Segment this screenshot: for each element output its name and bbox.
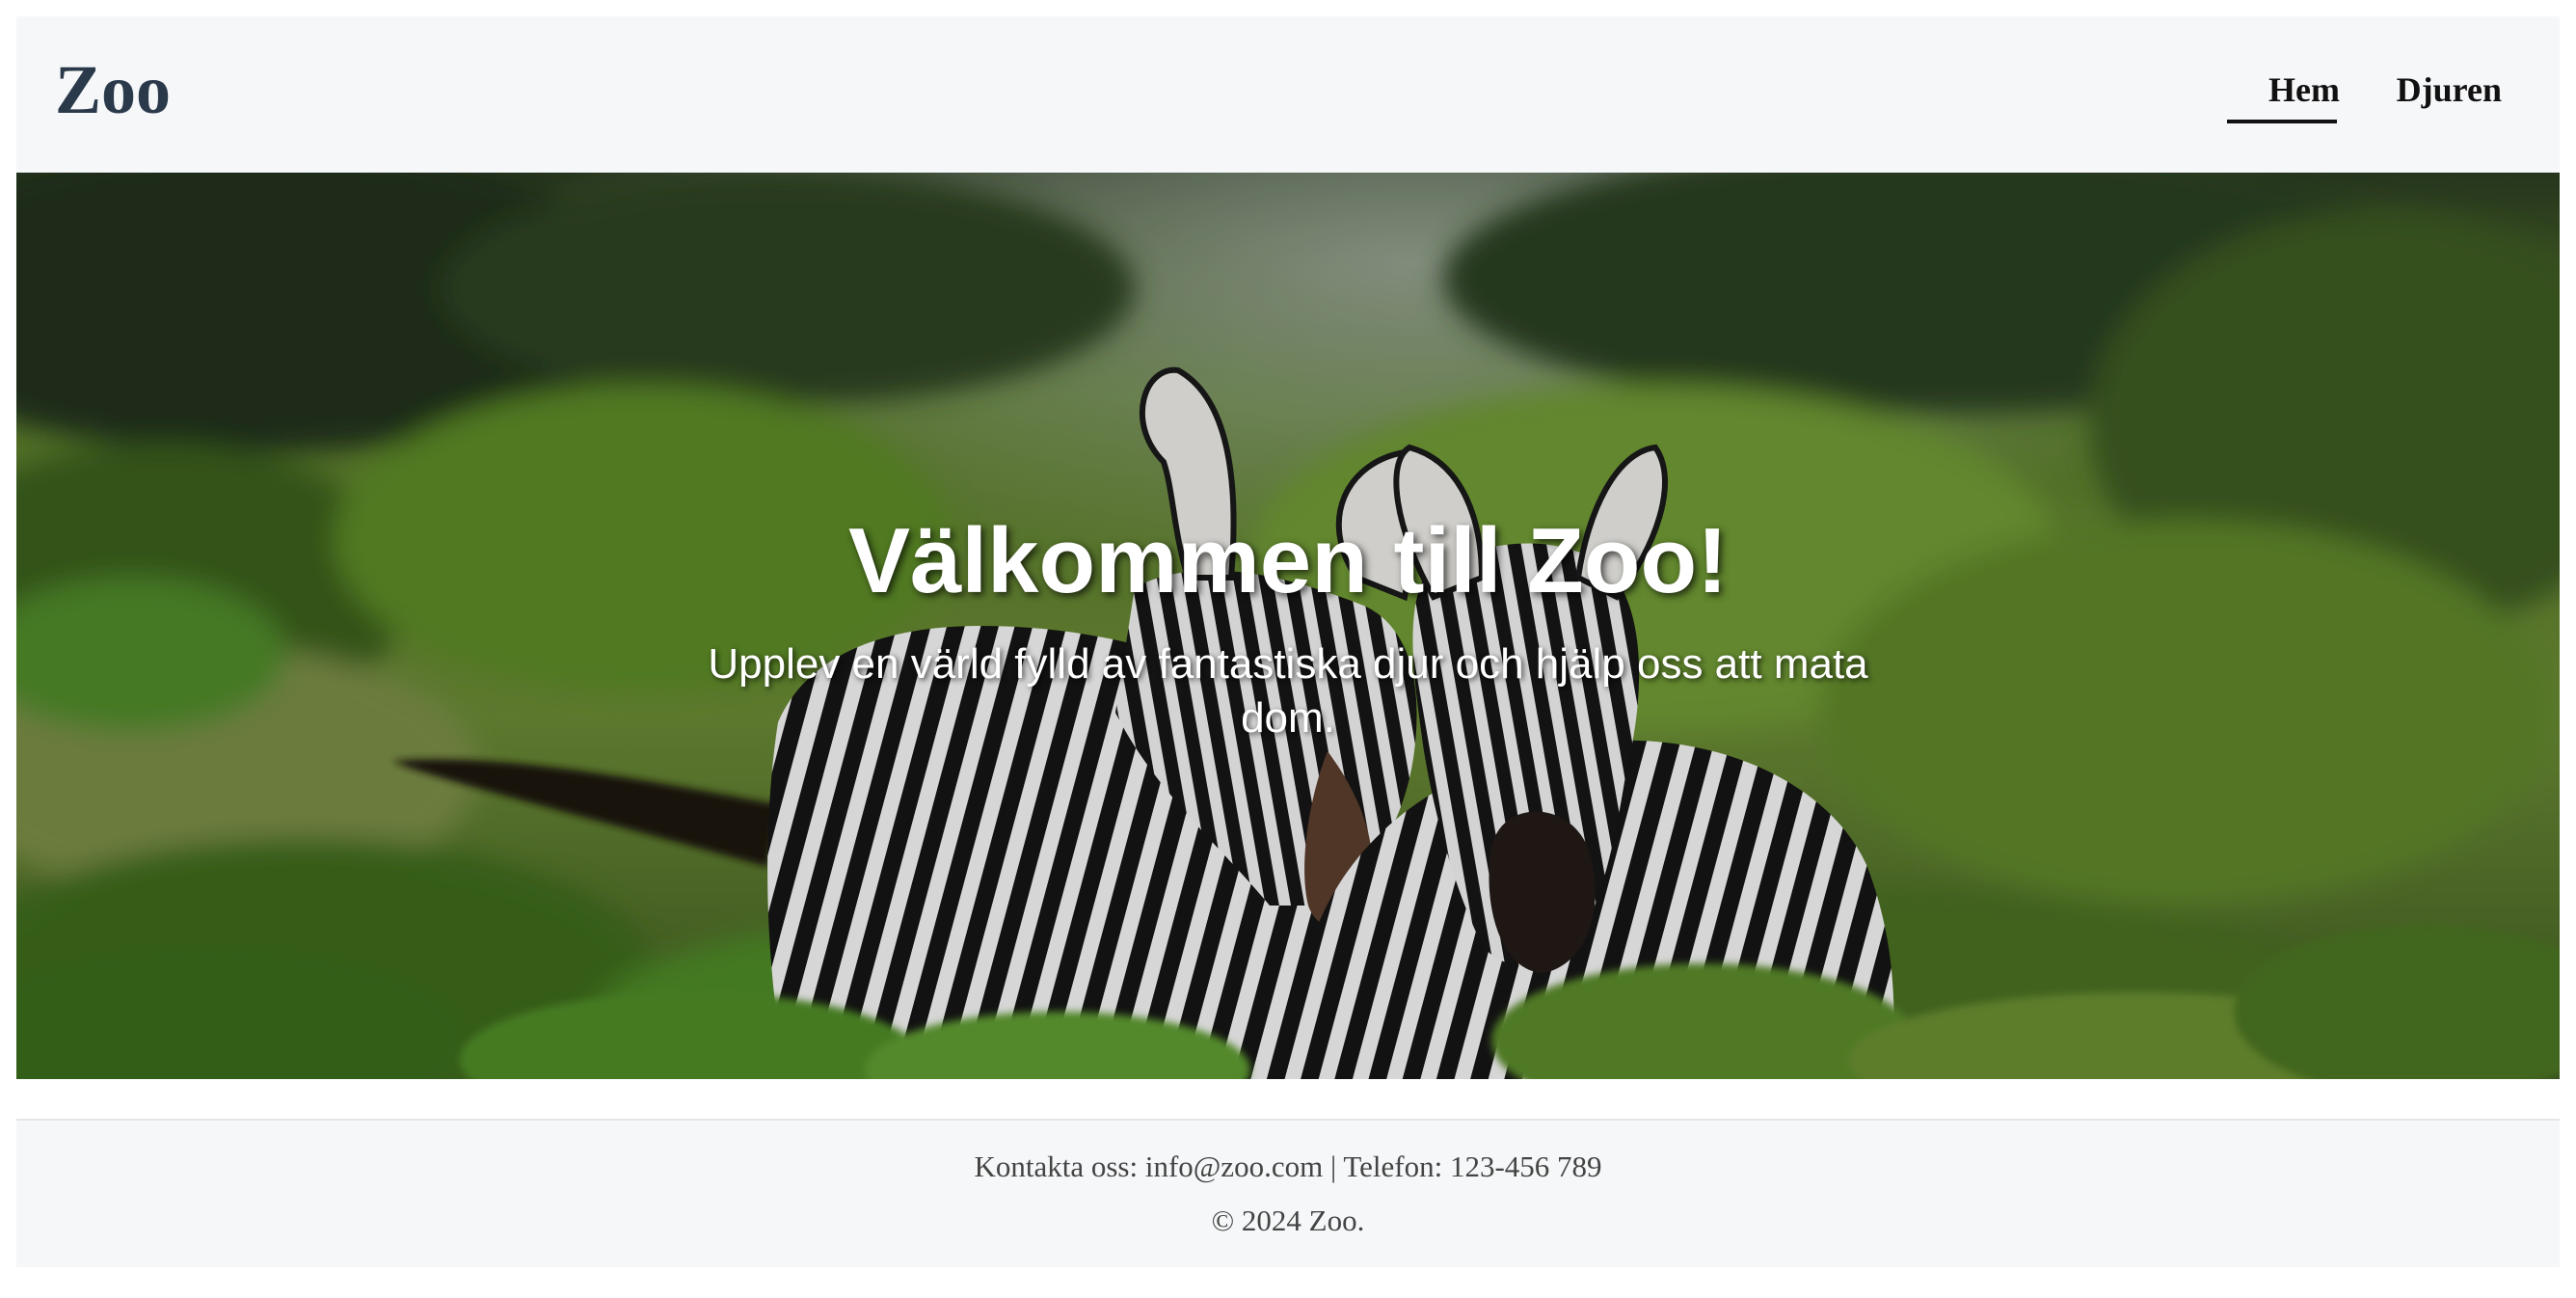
footer-separator: | [1323,1149,1344,1183]
site-logo[interactable]: Zoo [55,55,171,124]
nav-active-indicator [2227,120,2337,123]
hero-banner: Välkommen till Zoo! Upplev en värld fyll… [16,173,2560,1079]
footer-contact-prefix: Kontakta oss: [974,1149,1145,1183]
site-header: Zoo Hem Djuren [16,16,2560,173]
footer-phone-prefix: Telefon: [1343,1149,1450,1183]
hero-title: Välkommen till Zoo! [847,509,1729,612]
hero-overlay [16,173,2560,1079]
site-footer: Kontakta oss: info@zoo.com | Telefon: 12… [16,1119,2560,1267]
footer-phone: 123-456 789 [1449,1149,1602,1183]
hero-subtitle: Upplev en värld fylld av fantastiska dju… [708,640,1868,742]
nav-link-djuren[interactable]: Djuren [2397,72,2502,107]
page: Zoo Hem Djuren Välkommen till Zoo! Upple… [16,16,2560,1267]
footer-contact: Kontakta oss: info@zoo.com | Telefon: 12… [16,1149,2560,1184]
footer-email-link[interactable]: info@zoo.com [1145,1149,1323,1183]
footer-copyright: © 2024 Zoo. [1211,1203,1365,1237]
nav-link-hem[interactable]: Hem [2268,72,2340,107]
